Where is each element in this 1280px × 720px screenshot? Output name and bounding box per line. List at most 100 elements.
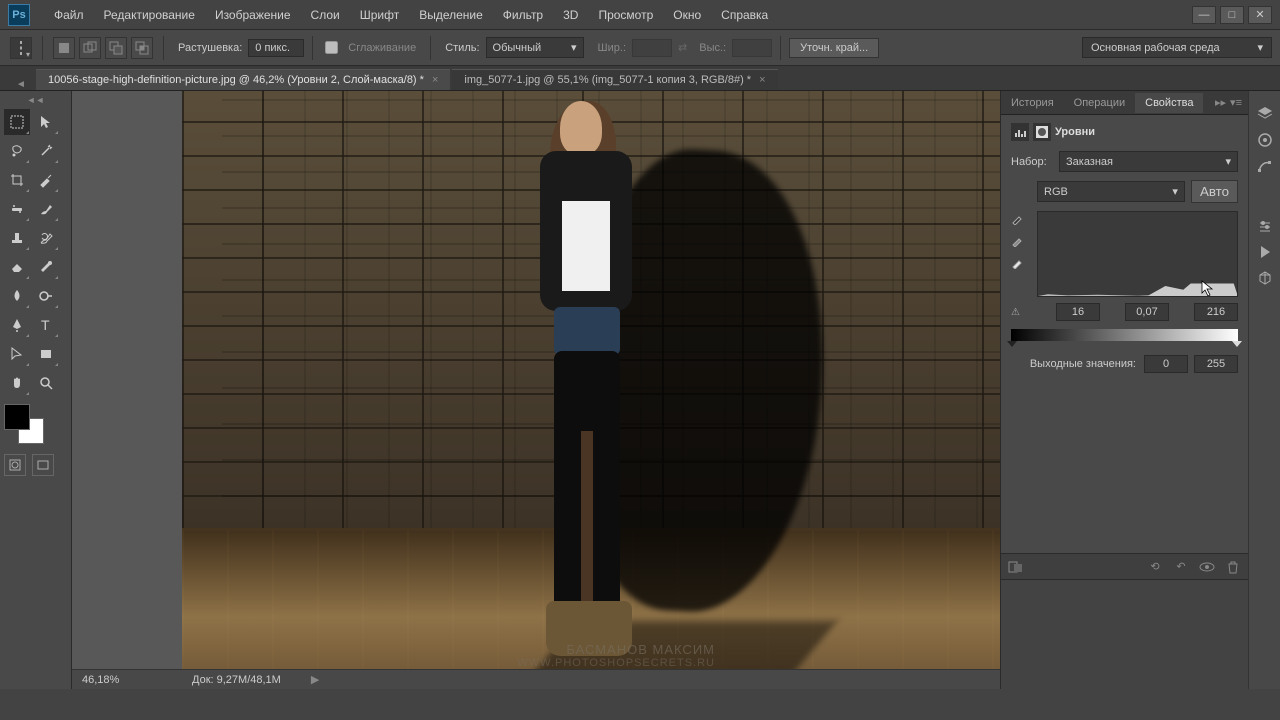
width-input [632,39,672,57]
close-button[interactable]: ✕ [1248,6,1272,24]
menu-bar: Ps Файл Редактирование Изображение Слои … [0,0,1280,30]
path-select-tool[interactable] [4,341,30,367]
docsize-display[interactable]: Док: 9,27M/48,1M [192,674,281,686]
clip-mask-icon[interactable] [1007,558,1025,576]
minimize-button[interactable]: — [1192,6,1216,24]
color-swatches[interactable] [4,404,44,444]
collapsed-panel[interactable] [1001,579,1248,689]
output-black-slider[interactable] [1007,341,1017,347]
output-white-input[interactable] [1194,355,1238,373]
reset-icon[interactable]: ↶ [1172,558,1190,576]
marquee-tool[interactable] [4,109,30,135]
stamp-tool[interactable] [4,225,30,251]
zoom-display[interactable]: 46,18% [82,674,172,686]
selection-new-icon[interactable] [53,37,75,59]
gray-eyedropper-icon[interactable] [1011,233,1027,249]
chevron-down-icon: ▾ [1225,155,1231,168]
panel-tab-actions[interactable]: Операции [1064,93,1135,113]
svg-text:T: T [41,317,50,333]
status-bar: 46,18% Док: 9,27M/48,1M ▶ [72,669,1000,689]
menu-image[interactable]: Изображение [205,8,301,22]
app-logo: Ps [8,4,30,26]
document-tab-active[interactable]: 10056-stage-high-definition-picture.jpg … [36,69,450,90]
healing-tool[interactable] [4,196,30,222]
adjustments-shortcut-icon[interactable] [1254,215,1276,237]
menu-select[interactable]: Выделение [409,8,493,22]
panel-menu-icon[interactable]: ▾≡ [1230,96,1242,109]
menu-help[interactable]: Справка [711,8,778,22]
brush-tool[interactable] [33,196,59,222]
screenmode-button[interactable] [32,454,54,476]
paths-shortcut-icon[interactable] [1254,155,1276,177]
output-white-slider[interactable] [1232,341,1242,347]
magic-wand-tool[interactable] [33,138,59,164]
menu-window[interactable]: Окно [663,8,711,22]
main-area: ◄◄ T [0,91,1280,689]
black-eyedropper-icon[interactable] [1011,211,1027,227]
status-play-icon[interactable]: ▶ [311,673,319,686]
visibility-icon[interactable] [1198,558,1216,576]
pen-tool[interactable] [4,312,30,338]
menu-edit[interactable]: Редактирование [94,8,205,22]
foreground-swatch[interactable] [4,404,30,430]
layers-shortcut-icon[interactable] [1254,103,1276,125]
panel-tab-history[interactable]: История [1001,93,1064,113]
3d-shortcut-icon[interactable] [1254,267,1276,289]
document-tabs: ◄ 10056-stage-high-definition-picture.jp… [0,66,1280,91]
tab-scroll-left[interactable]: ◄ [16,79,36,90]
workspace-select[interactable]: Основная рабочая среда▾ [1082,37,1272,58]
tab-close-icon[interactable]: × [759,74,765,86]
black-point-input[interactable] [1056,303,1100,321]
tool-preset-picker[interactable] [10,37,32,59]
dodge-tool[interactable] [33,283,59,309]
menu-layers[interactable]: Слои [301,8,350,22]
eyedropper-tool[interactable] [33,167,59,193]
selection-intersect-icon[interactable] [131,37,153,59]
channel-select[interactable]: RGB▾ [1037,181,1185,202]
gamma-input[interactable] [1125,303,1169,321]
document-tab[interactable]: img_5077-1.jpg @ 55,1% (img_5077-1 копия… [452,69,777,90]
auto-button[interactable]: Авто [1191,180,1238,203]
play-shortcut-icon[interactable] [1254,241,1276,263]
blur-tool[interactable] [4,283,30,309]
menu-font[interactable]: Шрифт [350,8,409,22]
refine-edge-button[interactable]: Уточн. край... [789,38,879,58]
maximize-button[interactable]: □ [1220,6,1244,24]
rectangle-tool[interactable] [33,341,59,367]
output-gradient[interactable] [1011,329,1238,341]
selection-add-icon[interactable] [79,37,101,59]
zoom-tool[interactable] [33,370,59,396]
quickmask-button[interactable] [4,454,26,476]
crop-tool[interactable] [4,167,30,193]
collapse-icon[interactable]: ▸▸ [1215,96,1226,109]
style-select[interactable]: Обычный▾ [486,37,584,58]
menu-view[interactable]: Просмотр [588,8,663,22]
white-point-input[interactable] [1194,303,1238,321]
hand-tool[interactable] [4,370,30,396]
panel-tab-properties[interactable]: Свойства [1135,93,1203,113]
gradient-tool[interactable] [33,254,59,280]
mask-icon[interactable] [1033,123,1051,141]
menu-3d[interactable]: 3D [553,8,588,22]
prev-state-icon[interactable]: ⟲ [1146,558,1164,576]
menu-filter[interactable]: Фильтр [493,8,553,22]
levels-warn-icon: ⚠ [1011,307,1031,318]
type-tool[interactable]: T [33,312,59,338]
preset-select[interactable]: Заказная▾ [1059,151,1238,172]
channels-shortcut-icon[interactable] [1254,129,1276,151]
menu-file[interactable]: Файл [44,8,94,22]
lasso-tool[interactable] [4,138,30,164]
canvas-area[interactable]: Басманов Максим www.photoshopsecrets.ru … [72,91,1000,689]
collapse-handle[interactable]: ◄◄ [4,95,67,105]
histogram[interactable] [1037,211,1238,297]
move-tool[interactable] [33,109,59,135]
eraser-tool[interactable] [4,254,30,280]
white-eyedropper-icon[interactable] [1011,255,1027,271]
output-black-input[interactable] [1144,355,1188,373]
history-brush-tool[interactable] [33,225,59,251]
tab-close-icon[interactable]: × [432,74,438,86]
selection-subtract-icon[interactable] [105,37,127,59]
feather-input[interactable] [248,39,304,57]
trash-icon[interactable] [1224,558,1242,576]
document-canvas[interactable] [182,91,1000,689]
